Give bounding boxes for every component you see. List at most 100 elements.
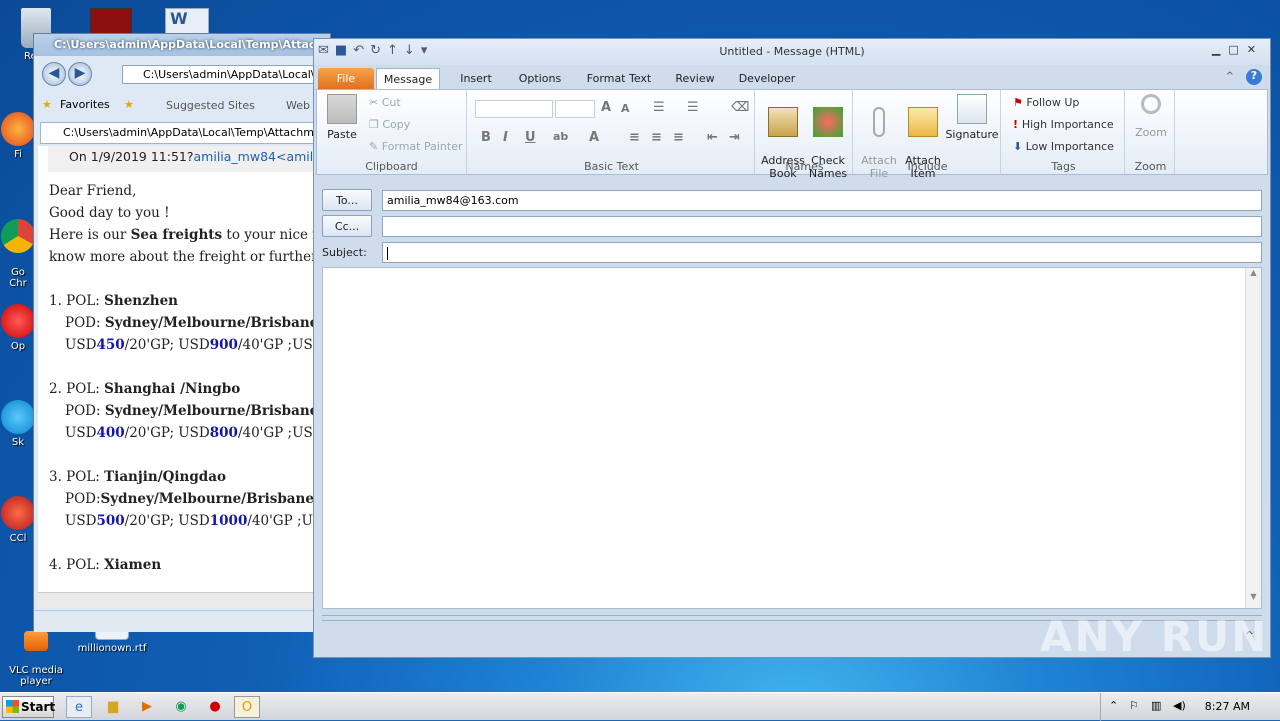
back-button[interactable]: ◀ (42, 62, 66, 86)
zoom-button[interactable]: Zoom (1129, 94, 1173, 139)
grow-font-icon[interactable]: A (601, 100, 611, 115)
pod-line: POD: Sydney/Melbourne/Brisbane (49, 312, 332, 334)
align-right-icon[interactable]: ≡ (673, 130, 684, 145)
follow-up-button[interactable]: ⚑ Follow Up (1013, 96, 1079, 109)
bullets-icon[interactable]: ☰ (653, 100, 665, 115)
text: /40'GP ;USD (237, 337, 324, 353)
scissors-icon: ✂ (369, 96, 382, 109)
italic-icon[interactable]: I (503, 130, 508, 145)
email-preview-content: On 1/9/2019 11:51?amilia_mw84<amilia Dea… (38, 146, 332, 592)
explorer-taskbar-icon[interactable]: ▆ (100, 696, 126, 718)
pol-value: Shenzhen (104, 293, 178, 309)
add-favorite-icon[interactable]: ★ (124, 98, 134, 111)
tab-format-text[interactable]: Format Text (584, 68, 654, 89)
body-line: Good day to you ! (49, 205, 170, 221)
scroll-down-icon[interactable]: ▼ (1246, 592, 1261, 608)
tab-review[interactable]: Review (670, 68, 720, 89)
chrome-taskbar-icon[interactable]: ◉ (168, 696, 194, 718)
ie-window-title: C:\Users\admin\AppData\Local\Temp\Attac (54, 38, 316, 51)
tab-options[interactable]: Options (514, 68, 566, 89)
network-icon[interactable]: ▥ (1151, 699, 1161, 712)
message-body-editor[interactable]: ▲ ▼ (322, 267, 1262, 609)
copy-button[interactable]: ❐ Copy (369, 118, 410, 131)
clear-formatting-icon[interactable]: ⌫ (731, 100, 749, 115)
paste-label: Paste (327, 128, 357, 141)
underline-icon[interactable]: U (525, 130, 536, 145)
close-icon[interactable]: ✕ (1247, 43, 1264, 56)
media-player-taskbar-icon[interactable]: ▶ (134, 696, 160, 718)
message-header-form: To... amilia_mw84@163.com Cc... Subject: (316, 179, 1268, 269)
start-button[interactable]: Start (2, 696, 55, 718)
pol-line: 4. POL: Xiamen (49, 554, 332, 576)
to-field[interactable]: amilia_mw84@163.com (382, 190, 1262, 211)
address-bar[interactable]: C:\Users\admin\AppData\Local\Temp (122, 65, 342, 84)
ie-tab[interactable]: C:\Users\admin\AppData\Local\Temp\Attach… (40, 122, 332, 144)
font-size-dropdown[interactable] (555, 100, 595, 118)
quoted-header: On 1/9/2019 11:51?amilia_mw84<amilia (48, 146, 325, 172)
align-left-icon[interactable]: ≡ (629, 130, 640, 145)
favorites-button[interactable]: Favorites (60, 98, 110, 111)
tab-file[interactable]: File (318, 68, 374, 89)
signature-button[interactable]: Signature (945, 94, 999, 141)
paste-button[interactable]: Paste (323, 94, 361, 141)
rate-value: 500 (96, 513, 125, 529)
maximize-icon[interactable]: □ (1228, 43, 1246, 56)
bold-icon[interactable]: B (481, 130, 491, 145)
signature-label: Signature (945, 128, 999, 141)
font-color-icon[interactable]: A (589, 130, 599, 145)
numbering-icon[interactable]: ☰ (687, 100, 699, 115)
high-importance-button[interactable]: ! High Importance (1013, 118, 1114, 131)
rate-value: 800 (209, 425, 238, 441)
decrease-indent-icon[interactable]: ⇤ (707, 130, 718, 145)
cc-field[interactable] (382, 216, 1262, 237)
suggested-sites-link[interactable]: Suggested Sites (166, 99, 255, 112)
clock[interactable]: 8:27 AM (1205, 700, 1250, 713)
show-hidden-icons-icon[interactable]: ⌃ (1109, 699, 1118, 712)
tab-insert[interactable]: Insert (454, 68, 498, 89)
opera-taskbar-icon[interactable]: ● (202, 696, 228, 718)
body-vertical-scrollbar[interactable]: ▲ ▼ (1245, 268, 1261, 608)
tab-developer[interactable]: Developer (736, 68, 798, 89)
shrink-font-icon[interactable]: A (621, 102, 630, 115)
cc-button[interactable]: Cc... (322, 215, 372, 237)
forward-button[interactable]: ▶ (68, 62, 92, 86)
help-icon[interactable]: ? (1246, 69, 1262, 85)
action-center-flag-icon[interactable]: ⚐ (1129, 699, 1139, 712)
body-line: Here is our Sea freights to your nice re… (49, 224, 332, 246)
minimize-ribbon-icon[interactable]: ^ (1226, 71, 1234, 82)
ribbon-tabs: File Message Insert Options Format Text … (314, 65, 1270, 89)
volume-icon[interactable]: ◀) (1173, 699, 1186, 712)
subject-field[interactable] (382, 242, 1262, 263)
pod-value: Sydney/Melbourne/Brisbane (104, 315, 319, 331)
outlook-taskbar-icon[interactable]: O (234, 696, 260, 718)
envelope-icon (908, 107, 938, 137)
skype-icon (1, 400, 35, 434)
web-slice-gallery-link[interactable]: Web (286, 99, 310, 112)
opera-icon (1, 304, 35, 338)
ie-taskbar-icon[interactable]: e (66, 696, 92, 718)
format-painter-button[interactable]: ✎ Format Painter (369, 140, 463, 153)
increase-indent-icon[interactable]: ⇥ (729, 130, 740, 145)
text: POD: (65, 315, 105, 331)
flag-icon: ⚑ (1013, 96, 1027, 109)
align-center-icon[interactable]: ≡ (651, 130, 662, 145)
font-name-dropdown[interactable] (475, 100, 553, 118)
copy-icon: ❐ (369, 118, 383, 131)
tab-message[interactable]: Message (376, 68, 440, 89)
text: USD (65, 337, 97, 353)
highlight-icon[interactable]: ab (553, 130, 568, 143)
minimize-icon[interactable]: ▁ (1212, 43, 1228, 56)
text: /20'GP; USD (124, 337, 210, 353)
cut-button[interactable]: ✂ Cut (369, 96, 401, 109)
ie-status-bar (34, 610, 332, 632)
to-button[interactable]: To... (322, 189, 372, 211)
rate-line: USD450/20'GP; USD900/40'GP ;USD9 (49, 334, 332, 356)
horizontal-scrollbar[interactable] (38, 592, 332, 608)
scroll-up-icon[interactable]: ▲ (1246, 268, 1261, 284)
include-group-label: Include (907, 160, 948, 173)
low-importance-button[interactable]: ⬇ Low Importance (1013, 140, 1114, 153)
text: Here is our (49, 227, 131, 243)
quote-sender-link[interactable]: amilia_mw84<amilia (194, 149, 325, 164)
